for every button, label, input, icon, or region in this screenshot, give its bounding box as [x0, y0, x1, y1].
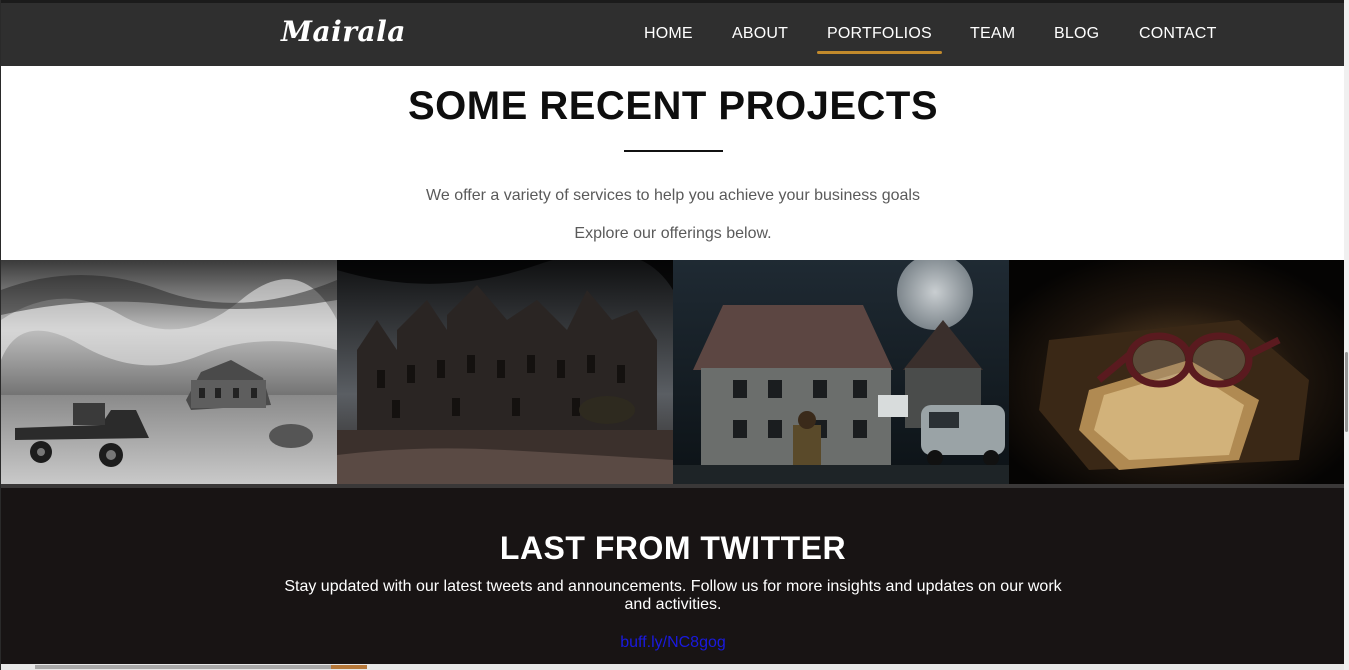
nav-blog[interactable]: BLOG: [1054, 25, 1099, 43]
twitter-section: LAST FROM TWITTER Stay updated with our …: [1, 484, 1344, 670]
horizontal-scroll-thumb[interactable]: [35, 665, 335, 669]
haunted-house-moon-photo[interactable]: [673, 260, 1009, 484]
nav-portfolios[interactable]: PORTFOLIOS: [817, 25, 942, 54]
nav-home[interactable]: HOME: [644, 25, 693, 43]
nav-team[interactable]: TEAM: [970, 25, 1015, 43]
site-logo[interactable]: Mairala: [281, 15, 406, 48]
vertical-scroll-thumb[interactable]: [1345, 352, 1348, 432]
horizontal-scroll-marker: [331, 665, 367, 669]
nav-about[interactable]: ABOUT: [732, 25, 788, 43]
twitter-description: Stay updated with our latest tweets and …: [284, 578, 1062, 613]
farmhouse-truck-photo[interactable]: [1, 260, 337, 484]
projects-subtitle: We offer a variety of services to help y…: [426, 187, 920, 204]
twitter-link[interactable]: buff.ly/NC8gog: [1, 634, 1344, 652]
projects-explore-text: Explore our offerings below.: [574, 225, 772, 242]
page: Mairala HOME ABOUT PORTFOLIOS TEAM BLOG …: [0, 0, 1344, 670]
projects-gallery: [1, 260, 1344, 484]
projects-title: SOME RECENT PROJECTS: [407, 84, 939, 128]
horizontal-scrollbar[interactable]: [1, 664, 1344, 670]
nav-contact[interactable]: CONTACT: [1139, 25, 1217, 43]
title-divider: [624, 150, 723, 152]
twitter-title: LAST FROM TWITTER: [499, 530, 847, 566]
gothic-mansion-photo[interactable]: [337, 260, 673, 484]
top-navbar: Mairala HOME ABOUT PORTFOLIOS TEAM BLOG …: [1, 0, 1344, 66]
vertical-scrollbar[interactable]: [1344, 0, 1349, 670]
glasses-old-book-photo[interactable]: [1009, 260, 1344, 484]
